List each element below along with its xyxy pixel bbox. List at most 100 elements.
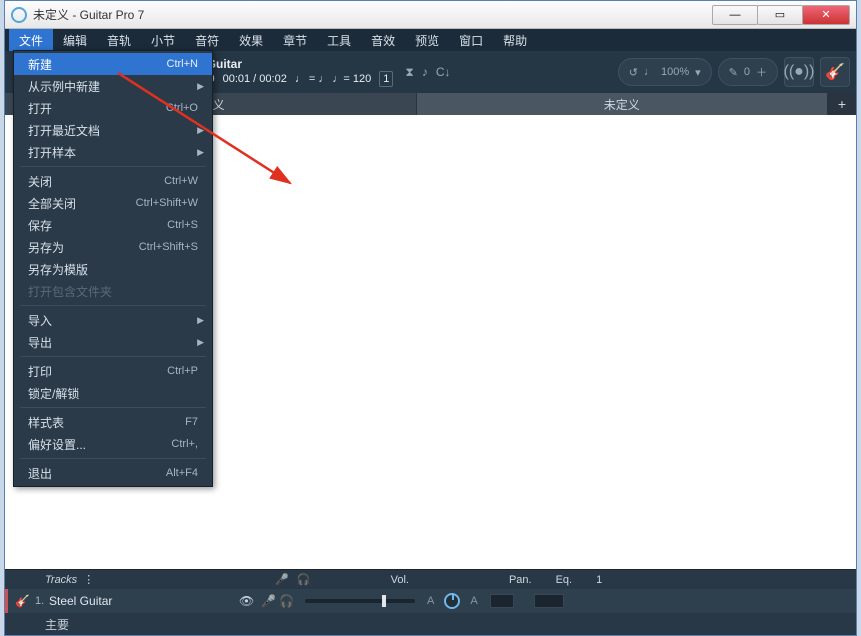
submenu-arrow-icon: ▶ bbox=[197, 147, 204, 158]
menu-item-打开[interactable]: 打开Ctrl+O bbox=[14, 97, 212, 119]
menu-文件[interactable]: 文件 bbox=[9, 29, 53, 51]
submenu-arrow-icon: ▶ bbox=[197, 81, 204, 92]
track-name: Steel Guitar bbox=[49, 594, 239, 608]
undo-icon: ↺ bbox=[629, 66, 638, 79]
auto-a2[interactable]: A bbox=[466, 595, 481, 607]
menu-item-label: 打印 bbox=[28, 363, 167, 380]
menu-item-label: 另存为模版 bbox=[28, 261, 198, 278]
menu-item-导出[interactable]: 导出▶ bbox=[14, 331, 212, 353]
track-solo-icon[interactable]: 🎧 bbox=[279, 594, 297, 608]
fretboard-button[interactable]: 🎸 bbox=[820, 57, 850, 87]
eq-block[interactable] bbox=[490, 594, 514, 608]
menu-编辑[interactable]: 编辑 bbox=[53, 29, 97, 51]
menu-item-label: 另存为 bbox=[28, 239, 139, 256]
menu-item-label: 打开 bbox=[28, 100, 166, 117]
timeline-icons: ⧗ ♪ C↓ bbox=[405, 65, 450, 80]
dropdown-icon: ▾ bbox=[695, 66, 701, 79]
menu-item-label: 退出 bbox=[28, 465, 166, 482]
menu-item-退出[interactable]: 退出Alt+F4 bbox=[14, 462, 212, 484]
menu-bar: 文件编辑音轨小节音符效果章节工具音效预览窗口帮助 bbox=[5, 29, 856, 51]
track-number: 1. bbox=[35, 595, 49, 607]
menu-item-打印[interactable]: 打印Ctrl+P bbox=[14, 360, 212, 382]
mic-icon[interactable]: 🎤 bbox=[275, 573, 289, 586]
menu-帮助[interactable]: 帮助 bbox=[493, 29, 537, 51]
visibility-icon[interactable]: 👁 bbox=[239, 594, 261, 608]
tracks-label: Tracks bbox=[45, 574, 77, 586]
menu-音效[interactable]: 音效 bbox=[361, 29, 405, 51]
menu-item-保存[interactable]: 保存Ctrl+S bbox=[14, 214, 212, 236]
auto-a1[interactable]: A bbox=[423, 595, 438, 607]
menu-shortcut: Ctrl+W bbox=[164, 175, 198, 187]
hourglass-icon[interactable]: ⧗ bbox=[405, 65, 413, 80]
tempo-display: ♩ = ♩ ♩= 120 bbox=[295, 72, 371, 86]
menu-item-打开包含文件夹: 打开包含文件夹 bbox=[14, 280, 212, 302]
menu-separator bbox=[20, 166, 206, 167]
pan-knob[interactable] bbox=[444, 593, 460, 609]
menu-item-导入[interactable]: 导入▶ bbox=[14, 309, 212, 331]
track-mic-icon[interactable]: 🎤 bbox=[261, 594, 279, 608]
instrument-icon: 🎸 bbox=[15, 594, 29, 608]
speed-pill[interactable]: ↺ ♩ 100% ▾ bbox=[618, 58, 712, 86]
menu-item-另存为[interactable]: 另存为Ctrl+Shift+S bbox=[14, 236, 212, 258]
menu-item-打开样本[interactable]: 打开样本▶ bbox=[14, 141, 212, 163]
eq-label: Eq. bbox=[556, 574, 573, 586]
countdown-icon[interactable]: C↓ bbox=[436, 65, 451, 80]
tempo-mult: 1 bbox=[379, 71, 393, 87]
track-subrow[interactable]: 主要 bbox=[5, 613, 856, 635]
menu-item-关闭[interactable]: 关闭Ctrl+W bbox=[14, 170, 212, 192]
window-buttons: — ▭ ✕ bbox=[713, 5, 850, 25]
menu-separator bbox=[20, 305, 206, 306]
menu-shortcut: Ctrl+O bbox=[166, 102, 198, 114]
tab-right[interactable]: 未定义 bbox=[417, 93, 829, 115]
menu-item-另存为模版[interactable]: 另存为模版 bbox=[14, 258, 212, 280]
headphone-icon[interactable]: 🎧 bbox=[297, 573, 311, 586]
menu-item-label: 新建 bbox=[28, 56, 167, 73]
add-tab-button[interactable]: + bbox=[828, 93, 856, 115]
menu-item-打开最近文档[interactable]: 打开最近文档▶ bbox=[14, 119, 212, 141]
close-button[interactable]: ✕ bbox=[802, 5, 850, 25]
menu-item-label: 样式表 bbox=[28, 414, 185, 431]
menu-工具[interactable]: 工具 bbox=[317, 29, 361, 51]
active-track-marker bbox=[5, 589, 8, 613]
menu-效果[interactable]: 效果 bbox=[229, 29, 273, 51]
submenu-arrow-icon: ▶ bbox=[197, 125, 204, 136]
tuner-button[interactable]: ((●)) bbox=[784, 57, 814, 87]
menu-item-新建[interactable]: 新建Ctrl+N bbox=[14, 53, 212, 75]
zoom-value: 100% bbox=[661, 66, 689, 78]
file-menu-dropdown: 新建Ctrl+N从示例中新建▶打开Ctrl+O打开最近文档▶打开样本▶关闭Ctr… bbox=[13, 50, 213, 487]
minimize-button[interactable]: — bbox=[712, 5, 758, 25]
menu-shortcut: Ctrl+P bbox=[167, 365, 198, 377]
menu-小节[interactable]: 小节 bbox=[141, 29, 185, 51]
clip-block[interactable] bbox=[534, 594, 564, 608]
metronome-icon[interactable]: ♪ bbox=[422, 65, 428, 80]
menu-separator bbox=[20, 356, 206, 357]
menu-item-锁定/解锁[interactable]: 锁定/解锁 bbox=[14, 382, 212, 404]
maximize-button[interactable]: ▭ bbox=[757, 5, 803, 25]
tool-pill[interactable]: ✎ 0 ＋ bbox=[718, 58, 778, 86]
menu-item-label: 导入 bbox=[28, 312, 198, 329]
track-row[interactable]: 🎸 1. Steel Guitar 👁 🎤 🎧 A A bbox=[5, 589, 856, 613]
menu-shortcut: Ctrl+N bbox=[167, 58, 198, 70]
plus-icon: ＋ bbox=[756, 64, 767, 80]
menu-音轨[interactable]: 音轨 bbox=[97, 29, 141, 51]
menu-章节[interactable]: 章节 bbox=[273, 29, 317, 51]
menu-item-label: 打开包含文件夹 bbox=[28, 283, 198, 300]
tracks-menu-icon[interactable]: ⋮ bbox=[83, 573, 95, 586]
menu-窗口[interactable]: 窗口 bbox=[449, 29, 493, 51]
menu-item-label: 打开样本 bbox=[28, 144, 198, 161]
menu-item-label: 锁定/解锁 bbox=[28, 385, 198, 402]
menu-预览[interactable]: 预览 bbox=[405, 29, 449, 51]
menu-item-从示例中新建[interactable]: 从示例中新建▶ bbox=[14, 75, 212, 97]
menu-shortcut: Ctrl+, bbox=[171, 438, 198, 450]
volume-slider[interactable] bbox=[305, 599, 415, 603]
menu-item-label: 从示例中新建 bbox=[28, 78, 198, 95]
menu-音符[interactable]: 音符 bbox=[185, 29, 229, 51]
menu-item-label: 保存 bbox=[28, 217, 167, 234]
menu-item-偏好设置...[interactable]: 偏好设置...Ctrl+, bbox=[14, 433, 212, 455]
title-bar: 未定义 - Guitar Pro 7 — ▭ ✕ bbox=[5, 1, 856, 29]
window-title: 未定义 - Guitar Pro 7 bbox=[33, 6, 713, 23]
menu-item-样式表[interactable]: 样式表F7 bbox=[14, 411, 212, 433]
track-panel: Tracks ⋮ 🎤 🎧 Vol. Pan. Eq. 1 🎸 1. Steel … bbox=[5, 569, 856, 635]
submenu-arrow-icon: ▶ bbox=[197, 337, 204, 348]
menu-item-全部关闭[interactable]: 全部关闭Ctrl+Shift+W bbox=[14, 192, 212, 214]
